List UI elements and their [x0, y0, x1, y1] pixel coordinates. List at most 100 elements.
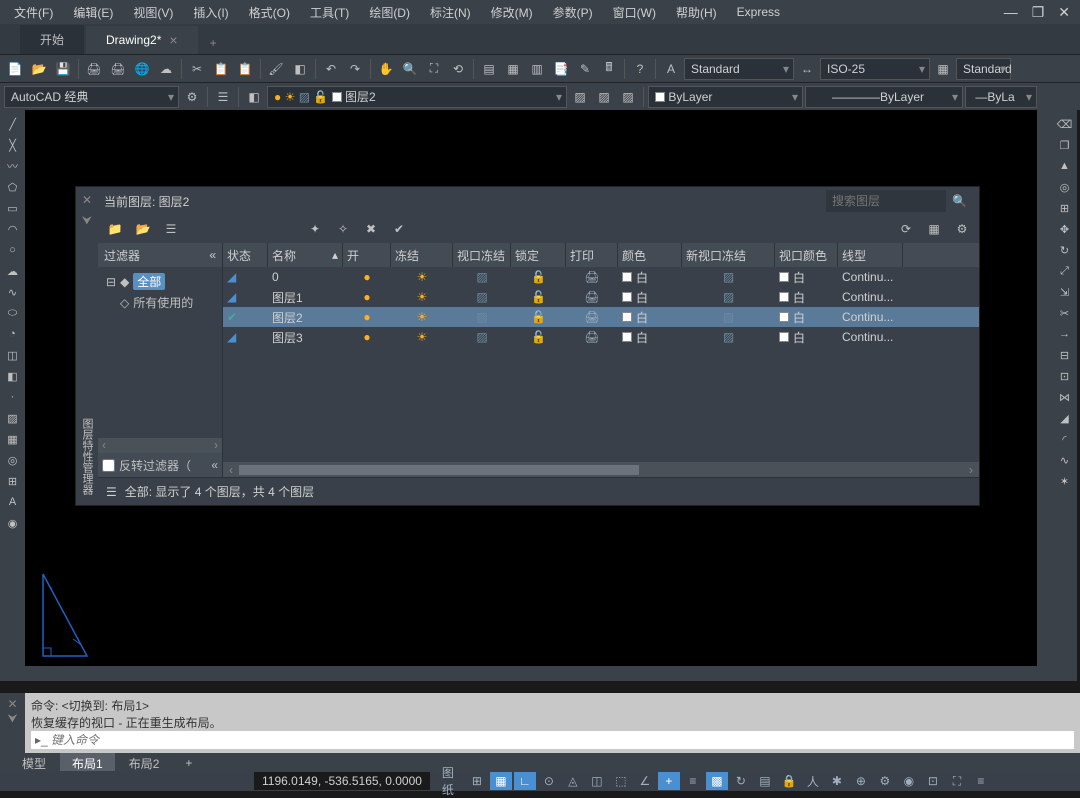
lock-icon[interactable]: 🔓: [531, 290, 546, 304]
3dosnap-toggle[interactable]: ⬚: [610, 772, 632, 790]
zoom-prev-icon[interactable]: ⟲: [447, 58, 469, 80]
col-freeze[interactable]: 冻结: [391, 243, 453, 267]
vpcolor-swatch[interactable]: [779, 272, 789, 282]
workspace-settings-icon[interactable]: ⚙: [181, 86, 203, 108]
add-tab-button[interactable]: +: [200, 32, 227, 54]
menu-param[interactable]: 参数(P): [543, 4, 603, 21]
new-icon[interactable]: 📄: [4, 58, 26, 80]
delete-layer-icon[interactable]: ✖: [360, 218, 382, 240]
layer-states-icon[interactable]: ▨: [593, 86, 615, 108]
panel-close-icon[interactable]: ✕: [82, 193, 92, 207]
clean-screen-icon[interactable]: ⛶: [946, 772, 968, 790]
add-selected-tool[interactable]: ◉: [3, 513, 23, 533]
hardware-accel-icon[interactable]: ◉: [898, 772, 920, 790]
menu-file[interactable]: 文件(F): [4, 4, 63, 21]
sun-icon[interactable]: ☀: [417, 270, 428, 284]
customize-icon[interactable]: ≡: [970, 772, 992, 790]
quickcalc-icon[interactable]: 🖩: [598, 58, 620, 80]
layer-manager-icon[interactable]: ◧: [243, 86, 265, 108]
lock-icon[interactable]: 🔓: [531, 270, 546, 284]
stretch-tool[interactable]: ⇲: [1055, 282, 1075, 302]
search-icon[interactable]: 🔍: [946, 194, 973, 208]
extend-tool[interactable]: →: [1055, 324, 1075, 344]
bulb-icon[interactable]: ●: [363, 310, 370, 324]
sun-icon[interactable]: ☀: [417, 290, 428, 304]
panel-pin-icon[interactable]: ⮟: [82, 213, 92, 228]
command-input[interactable]: [51, 733, 1070, 747]
linetype[interactable]: Continu...: [838, 310, 903, 324]
sun-icon[interactable]: ☀: [417, 310, 428, 324]
open-icon[interactable]: 📂: [28, 58, 50, 80]
menu-express[interactable]: Express: [727, 5, 790, 19]
sheet-set-icon[interactable]: 📑: [550, 58, 572, 80]
circle-tool[interactable]: ○: [3, 240, 23, 260]
printer-icon[interactable]: 🖨: [584, 270, 599, 284]
linetype[interactable]: Continu...: [838, 330, 903, 344]
ortho-toggle[interactable]: ∟: [514, 772, 536, 790]
text-style-select[interactable]: Standard: [684, 58, 794, 80]
print-preview-icon[interactable]: 🖨: [107, 58, 129, 80]
layer-previous-icon[interactable]: ▨: [569, 86, 591, 108]
text-style-icon[interactable]: A: [660, 58, 682, 80]
layer-iso-icon[interactable]: ▨: [617, 86, 639, 108]
color-select[interactable]: ByLayer: [648, 86, 803, 108]
redo-icon[interactable]: ↷: [344, 58, 366, 80]
col-plot[interactable]: 打印: [566, 243, 618, 267]
scale-tool[interactable]: ⤢: [1055, 261, 1075, 281]
blend-tool[interactable]: ∿: [1055, 450, 1075, 470]
refresh-icon[interactable]: ⟳: [895, 218, 917, 240]
filter-used[interactable]: ◇所有使用的: [102, 292, 218, 313]
new-layer-vp-icon[interactable]: ✧: [332, 218, 354, 240]
ellipse-tool[interactable]: ⬭: [3, 303, 23, 323]
quick-properties-icon[interactable]: ▤: [754, 772, 776, 790]
pan-icon[interactable]: ✋: [375, 58, 397, 80]
bulb-icon[interactable]: ●: [363, 270, 370, 284]
menu-tools[interactable]: 工具(T): [300, 4, 359, 21]
publish-icon[interactable]: 🌐: [131, 58, 153, 80]
grid-toggle[interactable]: ⊞: [466, 772, 488, 790]
make-block-tool[interactable]: ◧: [3, 366, 23, 386]
revcloud-tool[interactable]: ☁: [3, 261, 23, 281]
nvpfreeze-icon[interactable]: ▨: [723, 330, 734, 344]
col-status[interactable]: 状态: [223, 243, 268, 267]
cut-icon[interactable]: ✂: [186, 58, 208, 80]
linetype-select[interactable]: ———— ByLayer: [805, 86, 963, 108]
move-tool[interactable]: ✥: [1055, 219, 1075, 239]
menu-insert[interactable]: 插入(I): [183, 4, 238, 21]
annotation-visibility-icon[interactable]: ✱: [826, 772, 848, 790]
selection-cycling-icon[interactable]: ↻: [730, 772, 752, 790]
add-layout-button[interactable]: +: [173, 754, 204, 772]
rectangle-tool[interactable]: ▭: [3, 198, 23, 218]
nvpfreeze-icon[interactable]: ▨: [723, 310, 734, 324]
properties-icon[interactable]: ▤: [478, 58, 500, 80]
trim-tool[interactable]: ✂: [1055, 303, 1075, 323]
printer-icon[interactable]: 🖨: [584, 330, 599, 344]
vpcolor-swatch[interactable]: [779, 292, 789, 302]
copy-icon[interactable]: 📋: [210, 58, 232, 80]
coordinates[interactable]: 1196.0149, -536.5165, 0.0000: [254, 772, 430, 790]
menu-modify[interactable]: 修改(M): [481, 4, 543, 21]
polyline-tool[interactable]: 〰: [3, 156, 23, 176]
line-tool[interactable]: ╱: [3, 114, 23, 134]
lineweight-select[interactable]: — ByLa: [965, 86, 1037, 108]
panel-handle[interactable]: ✕ ⮟ 图层特性管理器: [76, 187, 98, 505]
new-layer-icon[interactable]: ✦: [304, 218, 326, 240]
arc-tool[interactable]: ◠: [3, 219, 23, 239]
lock-ui-icon[interactable]: 🔒: [778, 772, 800, 790]
filter-all[interactable]: ⊟◆全部: [102, 271, 218, 292]
scroll-left-icon[interactable]: ‹: [102, 438, 106, 453]
otrack-toggle[interactable]: ∠: [634, 772, 656, 790]
color-swatch[interactable]: [622, 332, 632, 342]
bulb-icon[interactable]: ●: [363, 330, 370, 344]
vpcolor-swatch[interactable]: [779, 332, 789, 342]
hscroll-thumb[interactable]: [239, 465, 639, 475]
rotate-tool[interactable]: ↻: [1055, 240, 1075, 260]
break-point-tool[interactable]: ⊟: [1055, 345, 1075, 365]
gradient-tool[interactable]: ▦: [3, 429, 23, 449]
collapse-icon[interactable]: «: [211, 458, 218, 472]
vpfreeze-icon[interactable]: ▨: [476, 330, 487, 344]
region-tool[interactable]: ◎: [3, 450, 23, 470]
point-tool[interactable]: ·: [3, 387, 23, 407]
snap-toggle[interactable]: ▦: [490, 772, 512, 790]
break-tool[interactable]: ⊡: [1055, 366, 1075, 386]
